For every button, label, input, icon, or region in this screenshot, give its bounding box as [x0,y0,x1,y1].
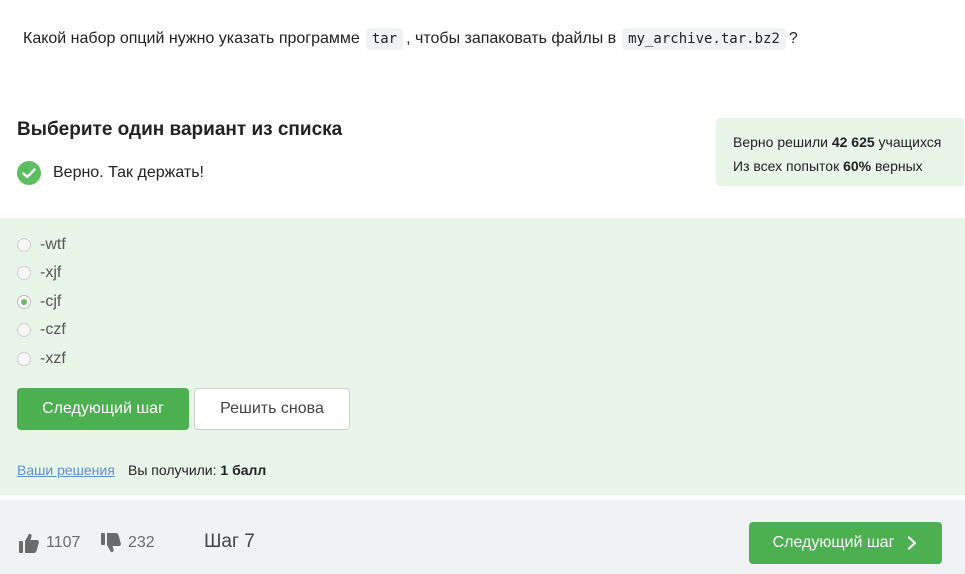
stats-attempts-prefix: Из всех попыток [733,158,840,174]
like-button[interactable]: 1107 [18,532,80,554]
score-value: 1 балл [220,462,267,478]
like-count: 1107 [46,534,81,551]
question-text-after: ? [788,30,798,47]
answer-panel [0,218,965,495]
radio-button[interactable] [17,238,31,252]
score-prefix: Вы получили: [128,462,217,478]
radio-button[interactable] [17,266,31,280]
check-icon [17,161,41,185]
stats-attempts-suffix: верных [875,158,923,174]
score-text: Вы получили: 1 балл [128,462,266,478]
option-cjf[interactable]: -cjf [17,291,61,313]
option-label: -cjf [40,293,62,310]
question-text-before: Какой набор опций нужно указать программ… [23,30,360,47]
question-text: Какой набор опций нужно указать программ… [23,26,798,52]
thumbs-down-icon [101,533,121,553]
footer-next-step-label: Следующий шаг [772,534,895,551]
verdict: Верно. Так держать! [17,161,204,185]
stats-solved-count: 42 625 [831,134,875,150]
solutions-link[interactable]: Ваши решения [17,462,115,478]
radio-button-selected[interactable] [17,295,31,309]
next-step-button[interactable]: Следующий шаг [17,388,189,430]
step-label: Шаг 7 [204,531,255,552]
stats-solved-line: Верно решили 42 625 учащихся [733,130,964,154]
option-wtf[interactable]: -wtf [17,234,66,256]
dislike-button[interactable]: 232 [100,532,155,554]
stats-attempts-line: Из всех попыток 60% верных [733,154,964,178]
question-text-middle: , чтобы запаковать файлы в [406,30,617,47]
option-label: -wtf [40,236,66,253]
radio-button[interactable] [17,352,31,366]
stats-attempts-percent: 60% [843,158,872,174]
dislike-count: 232 [128,534,155,551]
stats-solved-prefix: Верно решили [733,134,828,150]
radio-button[interactable] [17,323,31,337]
quiz-heading: Выберите один вариант из списка [17,119,343,140]
retry-button[interactable]: Решить снова [194,388,350,430]
stats-solved-suffix: учащихся [878,134,942,150]
code-file: my_archive.tar.bz2 [622,28,786,50]
option-label: -xjf [40,264,62,281]
chevron-right-icon [908,536,917,550]
option-czf[interactable]: -czf [17,319,66,341]
stats-box: Верно решили 42 625 учащихся Из всех поп… [716,118,964,186]
footer-next-step-button[interactable]: Следующий шаг [749,522,942,564]
thumbs-up-icon [19,533,39,553]
option-label: -xzf [40,350,66,367]
verdict-text: Верно. Так держать! [53,164,204,181]
code-program: tar [365,28,404,50]
option-xjf[interactable]: -xjf [17,262,61,284]
option-xzf[interactable]: -xzf [17,348,66,370]
option-label: -czf [40,321,66,338]
